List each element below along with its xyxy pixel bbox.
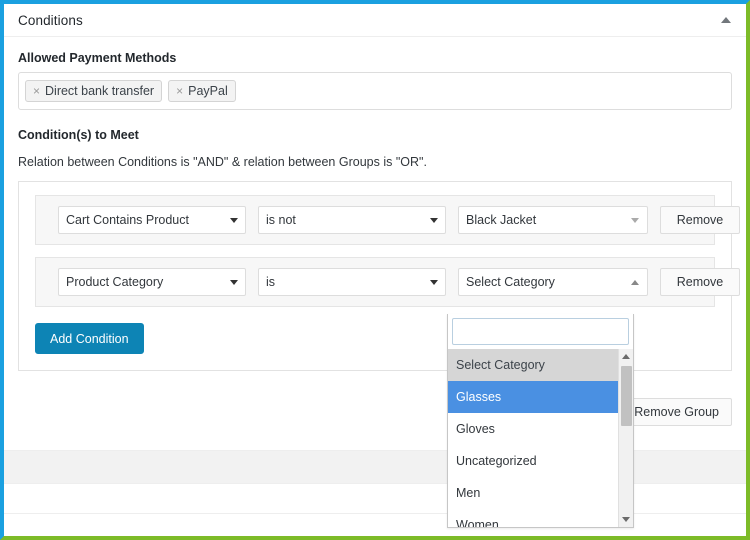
category-option-glasses[interactable]: Glasses bbox=[448, 381, 633, 413]
remove-group-button[interactable]: Remove Group bbox=[621, 398, 732, 426]
condition-operator-select-wrap: is bbox=[258, 268, 446, 296]
condition-subject-select-wrap: Cart Contains Product bbox=[58, 206, 246, 234]
divider-band bbox=[4, 483, 746, 513]
category-option-gloves[interactable]: Gloves bbox=[448, 413, 633, 445]
condition-subject-select[interactable]: Cart Contains Product bbox=[58, 206, 246, 234]
conditions-section-label: Condition(s) to Meet bbox=[18, 128, 732, 142]
condition-value-label: Black Jacket bbox=[466, 213, 536, 227]
divider-band bbox=[4, 450, 746, 483]
condition-category-select[interactable]: Select Category bbox=[458, 268, 648, 296]
condition-controls: Cart Contains Product is not Black Jacke… bbox=[36, 206, 740, 234]
triangle-up-glyph bbox=[721, 17, 731, 23]
condition-row: Cart Contains Product is not Black Jacke… bbox=[35, 195, 715, 245]
triangle-up-glyph bbox=[622, 354, 630, 359]
allowed-payment-methods-label: Allowed Payment Methods bbox=[18, 51, 732, 65]
triangle-up-icon[interactable] bbox=[718, 12, 734, 28]
category-search-wrap bbox=[448, 314, 633, 349]
dropdown-scrollbar[interactable] bbox=[618, 349, 633, 527]
condition-value-select[interactable]: Black Jacket bbox=[458, 206, 648, 234]
remove-condition-button[interactable]: Remove bbox=[660, 206, 740, 234]
condition-operator-select[interactable]: is bbox=[258, 268, 446, 296]
category-option-list[interactable]: Select Category Glasses Gloves Uncategor… bbox=[448, 349, 633, 527]
condition-category-label: Select Category bbox=[466, 275, 555, 289]
scroll-up-icon[interactable] bbox=[619, 349, 633, 364]
condition-subject-select-wrap: Product Category bbox=[58, 268, 246, 296]
close-icon[interactable]: × bbox=[33, 85, 40, 97]
chevron-down-icon bbox=[631, 218, 639, 223]
condition-operator-select-wrap: is not bbox=[258, 206, 446, 234]
token-label: Direct bank transfer bbox=[45, 84, 154, 98]
condition-value-select-wrap: Black Jacket bbox=[458, 206, 648, 234]
token-label: PayPal bbox=[188, 84, 228, 98]
category-dropdown[interactable]: Select Category Glasses Gloves Uncategor… bbox=[447, 314, 634, 528]
divider-band bbox=[4, 513, 746, 537]
remove-condition-button[interactable]: Remove bbox=[660, 268, 740, 296]
condition-controls: Product Category is Select Category bbox=[36, 268, 740, 296]
condition-operator-select[interactable]: is not bbox=[258, 206, 446, 234]
category-search-input[interactable] bbox=[452, 318, 629, 345]
close-icon[interactable]: × bbox=[176, 85, 183, 97]
condition-category-select-wrap: Select Category bbox=[458, 268, 648, 296]
condition-row: Product Category is Select Category bbox=[35, 257, 715, 307]
chevron-up-icon bbox=[631, 280, 639, 285]
allowed-payment-methods-field[interactable]: × Direct bank transfer × PayPal bbox=[18, 72, 732, 110]
category-option-select-category[interactable]: Select Category bbox=[448, 349, 633, 381]
scroll-down-icon[interactable] bbox=[619, 512, 633, 527]
conditions-panel: Conditions Allowed Payment Methods × Dir… bbox=[0, 0, 750, 540]
condition-subject-select[interactable]: Product Category bbox=[58, 268, 246, 296]
category-option-men[interactable]: Men bbox=[448, 477, 633, 509]
scrollbar-thumb[interactable] bbox=[621, 366, 632, 426]
token-paypal[interactable]: × PayPal bbox=[168, 80, 236, 102]
add-condition-button[interactable]: Add Condition bbox=[35, 323, 144, 354]
token-direct-bank-transfer[interactable]: × Direct bank transfer bbox=[25, 80, 162, 102]
relation-note: Relation between Conditions is "AND" & r… bbox=[18, 155, 732, 169]
category-option-women[interactable]: Women bbox=[448, 509, 633, 527]
panel-header: Conditions bbox=[4, 4, 746, 37]
triangle-down-glyph bbox=[622, 517, 630, 522]
page-title: Conditions bbox=[18, 13, 83, 28]
panel-body: Allowed Payment Methods × Direct bank tr… bbox=[4, 37, 746, 371]
category-option-uncategorized[interactable]: Uncategorized bbox=[448, 445, 633, 477]
